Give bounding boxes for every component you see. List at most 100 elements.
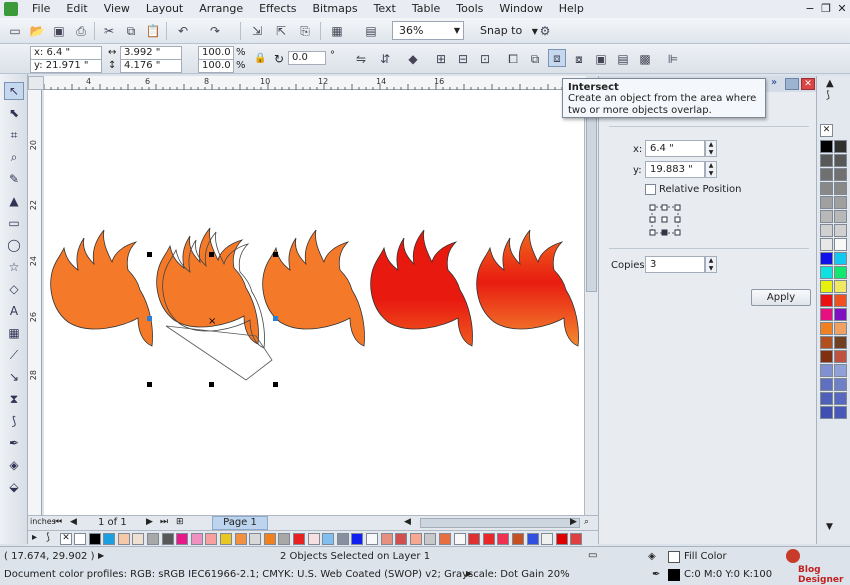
color-swatch[interactable]	[820, 406, 833, 419]
polygon-tool-icon[interactable]: ☆	[4, 258, 24, 276]
color-swatch[interactable]	[834, 364, 847, 377]
back-minus-front-icon[interactable]: ▤	[614, 50, 632, 68]
color-swatch[interactable]	[205, 533, 218, 545]
no-color-swatch[interactable]: ✕	[60, 533, 72, 545]
color-swatch[interactable]	[176, 533, 189, 545]
import-icon[interactable]: ⇲	[248, 22, 266, 40]
color-swatch[interactable]	[834, 140, 847, 153]
color-swatch[interactable]	[74, 533, 86, 545]
group-icon[interactable]: ◆	[404, 50, 422, 68]
docker-close-icon[interactable]: ✕	[801, 78, 815, 90]
color-swatch[interactable]	[409, 533, 422, 545]
zoom-navigator-icon[interactable]: ⌕	[584, 517, 589, 527]
color-swatch[interactable]	[541, 533, 554, 545]
undo-icon[interactable]: ↶	[174, 22, 192, 40]
height-field[interactable]: 4.176 "	[120, 59, 182, 73]
outline-pen-icon[interactable]: ✒	[4, 434, 24, 452]
color-swatch[interactable]	[834, 322, 847, 335]
docker-expand-icon[interactable]: »	[771, 77, 777, 88]
front-minus-back-icon[interactable]: ▣	[592, 50, 610, 68]
color-swatch[interactable]	[820, 294, 833, 307]
eyedropper-icon[interactable]: ⟆	[46, 532, 50, 543]
anchor-grid-icon[interactable]	[649, 204, 681, 236]
mirror-horizontal-icon[interactable]: ⇋	[352, 50, 370, 68]
menu-file[interactable]: File	[24, 0, 58, 18]
copy-icon[interactable]: ⧉	[122, 22, 140, 40]
break-apart-icon[interactable]: ⊟	[454, 50, 472, 68]
color-swatch[interactable]	[820, 378, 833, 391]
color-swatch[interactable]	[220, 533, 232, 545]
color-swatch[interactable]	[834, 406, 847, 419]
publish-pdf-icon[interactable]: ⎘	[296, 22, 314, 40]
color-swatch[interactable]	[820, 224, 833, 237]
color-swatch[interactable]	[161, 533, 174, 545]
no-color-swatch[interactable]: ✕	[820, 124, 833, 137]
export-icon[interactable]: ⇱	[272, 22, 290, 40]
relative-position-checkbox[interactable]	[645, 184, 656, 195]
color-swatch[interactable]	[322, 533, 335, 545]
ruler-origin[interactable]	[28, 76, 44, 90]
open-icon[interactable]: 📂	[28, 22, 46, 40]
palette-scroll-up-icon[interactable]: ▲	[826, 78, 834, 89]
color-swatch[interactable]	[482, 533, 495, 545]
combine-icon[interactable]: ⊞	[432, 50, 450, 68]
color-swatch[interactable]	[834, 280, 847, 293]
apply-button[interactable]: Apply	[751, 289, 811, 306]
color-swatch[interactable]	[834, 224, 847, 237]
first-page-icon[interactable]: ⏮	[54, 517, 62, 527]
previous-page-icon[interactable]: ◀	[70, 517, 77, 527]
blend-tool-icon[interactable]: ⧗	[4, 390, 24, 408]
horizontal-scrollbar[interactable]	[420, 518, 580, 528]
table-tool-icon[interactable]: ▦	[4, 324, 24, 342]
docker-x-field[interactable]: 6.4 "	[645, 140, 705, 157]
color-swatch[interactable]	[834, 294, 847, 307]
menu-tools[interactable]: Tools	[448, 0, 491, 18]
eyedropper-icon[interactable]: ⟆	[826, 90, 830, 101]
scroll-right-icon[interactable]: ▶	[570, 517, 577, 527]
color-swatch[interactable]	[336, 533, 349, 545]
color-swatch[interactable]	[820, 154, 833, 167]
text-tool-icon[interactable]: A	[4, 302, 24, 320]
connector-tool-icon[interactable]: ↘	[4, 368, 24, 386]
menu-window[interactable]: Window	[491, 0, 550, 18]
color-swatch[interactable]	[820, 280, 833, 293]
color-swatch[interactable]	[834, 210, 847, 223]
color-swatch[interactable]	[570, 533, 583, 545]
color-swatch[interactable]	[820, 392, 833, 405]
menu-effects[interactable]: Effects	[251, 0, 304, 18]
ellipse-tool-icon[interactable]: ◯	[4, 236, 24, 254]
eyedropper-icon[interactable]: ⟆	[4, 412, 24, 430]
welcome-screen-icon[interactable]: ▤	[362, 22, 380, 40]
color-swatch[interactable]	[263, 533, 276, 545]
color-swatch[interactable]	[834, 252, 847, 265]
docker-minimize-icon[interactable]	[785, 78, 799, 90]
horizontal-ruler[interactable]: 4 6 8 10 12 14 16	[44, 76, 586, 90]
color-swatch[interactable]	[190, 533, 203, 545]
color-swatch[interactable]	[439, 533, 451, 545]
redo-icon[interactable]: ↷	[206, 22, 224, 40]
pick-tool-icon[interactable]: ↖	[4, 82, 24, 100]
color-swatch[interactable]	[820, 140, 833, 153]
menu-arrange[interactable]: Arrange	[191, 0, 251, 18]
color-swatch[interactable]	[147, 533, 159, 545]
color-swatch[interactable]	[820, 252, 833, 265]
color-swatch[interactable]	[117, 533, 130, 545]
next-page-icon[interactable]: ▶	[146, 517, 153, 527]
dimension-tool-icon[interactable]: ⟋	[4, 346, 24, 364]
color-swatch[interactable]	[834, 182, 847, 195]
y-position-field[interactable]: y: 21.971 "	[30, 59, 102, 73]
intersect-icon[interactable]: ⧈	[548, 49, 566, 67]
color-swatch[interactable]	[834, 154, 847, 167]
create-boundary-icon[interactable]: ▩	[636, 50, 654, 68]
vertical-scrollbar[interactable]	[584, 90, 598, 515]
menu-bitmaps[interactable]: Bitmaps	[304, 0, 365, 18]
rotation-angle-field[interactable]: 0.0	[288, 51, 326, 65]
palette-menu-icon[interactable]: ▸	[32, 532, 37, 543]
paste-icon[interactable]: 📋	[144, 22, 162, 40]
outline-color-swatch[interactable]	[668, 569, 680, 581]
page-tab[interactable]: Page 1	[212, 516, 268, 530]
new-document-icon[interactable]: ▭	[6, 22, 24, 40]
play-icon[interactable]: ▶	[98, 551, 104, 560]
snap-to-dropdown[interactable]: Snap to ▼	[480, 21, 538, 40]
interactive-fill-icon[interactable]: ⬙	[4, 478, 24, 496]
